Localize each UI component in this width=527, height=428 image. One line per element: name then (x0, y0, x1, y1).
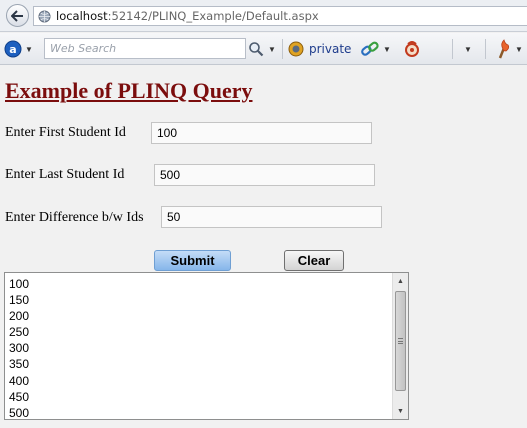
list-item[interactable]: 350 (9, 356, 29, 372)
list-item[interactable]: 500 (9, 405, 29, 419)
scroll-up-icon: ▲ (397, 277, 404, 285)
link-icon (361, 41, 379, 56)
list-item[interactable]: 250 (9, 324, 29, 340)
scroll-down-button[interactable]: ▼ (393, 403, 408, 419)
magnifier-icon (249, 42, 264, 57)
back-arrow-icon (11, 9, 23, 22)
browser-toolbar: a ▼ Web Search ▼ private ▼ ▼ ▼ (0, 33, 527, 65)
list-item[interactable]: 300 (9, 340, 29, 356)
results-list: 100 150 200 250 300 350 400 450 500 (9, 276, 29, 419)
private-link[interactable]: private (309, 40, 351, 58)
grip-icon (398, 338, 403, 344)
svg-text:a: a (9, 43, 16, 56)
results-listbox[interactable]: 100 150 200 250 300 350 400 450 500 ▲ ▼ (4, 272, 409, 420)
link-button[interactable] (360, 40, 380, 58)
search-dropdown[interactable]: ▼ (267, 44, 277, 54)
scroll-thumb[interactable] (395, 291, 406, 391)
tools-dropdown[interactable]: ▼ (514, 44, 524, 54)
globe-icon (38, 9, 51, 23)
toolbar-divider (282, 39, 283, 59)
page-title: Example of PLINQ Query (5, 78, 253, 103)
vertical-scrollbar[interactable]: ▲ ▼ (392, 273, 408, 419)
first-id-input[interactable]: 100 (151, 122, 372, 144)
scroll-up-button[interactable]: ▲ (393, 273, 408, 289)
ask-logo-icon: a (4, 40, 22, 58)
url-host: localhost (56, 9, 108, 23)
difference-input[interactable]: 50 (161, 206, 382, 228)
url-path: :52142/PLINQ_Example/Default.aspx (107, 9, 319, 23)
ask-dropdown[interactable]: ▼ (24, 44, 34, 54)
page-menu-icon: ▼ (464, 44, 472, 54)
chevron-down-icon: ▼ (383, 44, 391, 54)
fire-tools-icon (498, 39, 510, 59)
last-id-input[interactable]: 500 (154, 164, 375, 186)
link-dropdown[interactable]: ▼ (382, 44, 392, 54)
chevron-down-icon: ▼ (515, 44, 523, 54)
search-placeholder: Web Search (50, 42, 117, 55)
clear-button[interactable]: Clear (284, 250, 344, 271)
first-id-label: Enter First Student Id (5, 125, 126, 140)
list-item[interactable]: 150 (9, 292, 29, 308)
scroll-down-icon: ▼ (397, 407, 404, 415)
tool-button[interactable] (402, 39, 422, 59)
list-item[interactable]: 450 (9, 389, 29, 405)
private-label: private (309, 42, 352, 56)
address-bar: localhost:52142/PLINQ_Example/Default.as… (0, 0, 527, 32)
submit-button[interactable]: Submit (154, 250, 231, 271)
back-button[interactable] (6, 4, 29, 27)
toolbar-divider (452, 39, 453, 59)
web-search-input[interactable]: Web Search (44, 38, 246, 59)
tool-icon (405, 41, 419, 57)
difference-label: Enter Difference b/w Ids (5, 210, 144, 225)
private-button[interactable] (288, 41, 304, 57)
toolbar-divider (485, 39, 486, 59)
private-badge-icon (288, 41, 304, 57)
tools-button[interactable] (494, 39, 512, 59)
last-id-label: Enter Last Student Id (5, 167, 125, 182)
chevron-down-icon: ▼ (268, 44, 276, 54)
ask-button[interactable]: a (4, 40, 22, 58)
list-item[interactable]: 400 (9, 373, 29, 389)
page-menu-button[interactable]: ▼ (462, 44, 474, 54)
list-item[interactable]: 100 (9, 276, 29, 292)
search-button[interactable] (248, 41, 264, 57)
url-field[interactable]: localhost:52142/PLINQ_Example/Default.as… (33, 6, 527, 26)
list-item[interactable]: 200 (9, 308, 29, 324)
chevron-down-icon: ▼ (25, 44, 33, 54)
